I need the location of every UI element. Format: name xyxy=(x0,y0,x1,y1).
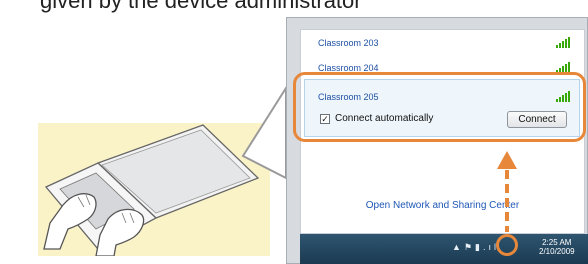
time-text: 2:25 AM xyxy=(542,238,572,247)
network-name: Classroom 203 xyxy=(318,38,379,48)
laptop-typing-illustration-icon xyxy=(43,124,260,256)
dashed-arrow-line xyxy=(505,170,509,232)
chevron-up-icon[interactable]: ▲ xyxy=(452,242,464,252)
header-text: given by the device administrator xyxy=(40,0,362,13)
date-text: 2/10/2009 xyxy=(539,247,575,256)
tray-icons: ▲⚑▮.ıl xyxy=(452,242,499,253)
network-item-classroom-203[interactable]: Classroom 203 xyxy=(310,34,580,56)
wifi-signal-icon xyxy=(556,36,572,50)
tray-clock[interactable]: 2:25 AM 2/10/2009 xyxy=(539,238,575,256)
arrow-up-icon xyxy=(497,151,517,169)
selected-network-highlight xyxy=(293,72,586,142)
flag-icon[interactable]: ⚑ xyxy=(464,242,475,252)
tray-highlight-circle xyxy=(496,234,518,256)
laptop-illustration xyxy=(38,123,270,256)
open-network-sharing-center-link[interactable]: Open Network and Sharing Center xyxy=(300,200,585,211)
battery-icon[interactable]: ▮ xyxy=(475,242,483,252)
